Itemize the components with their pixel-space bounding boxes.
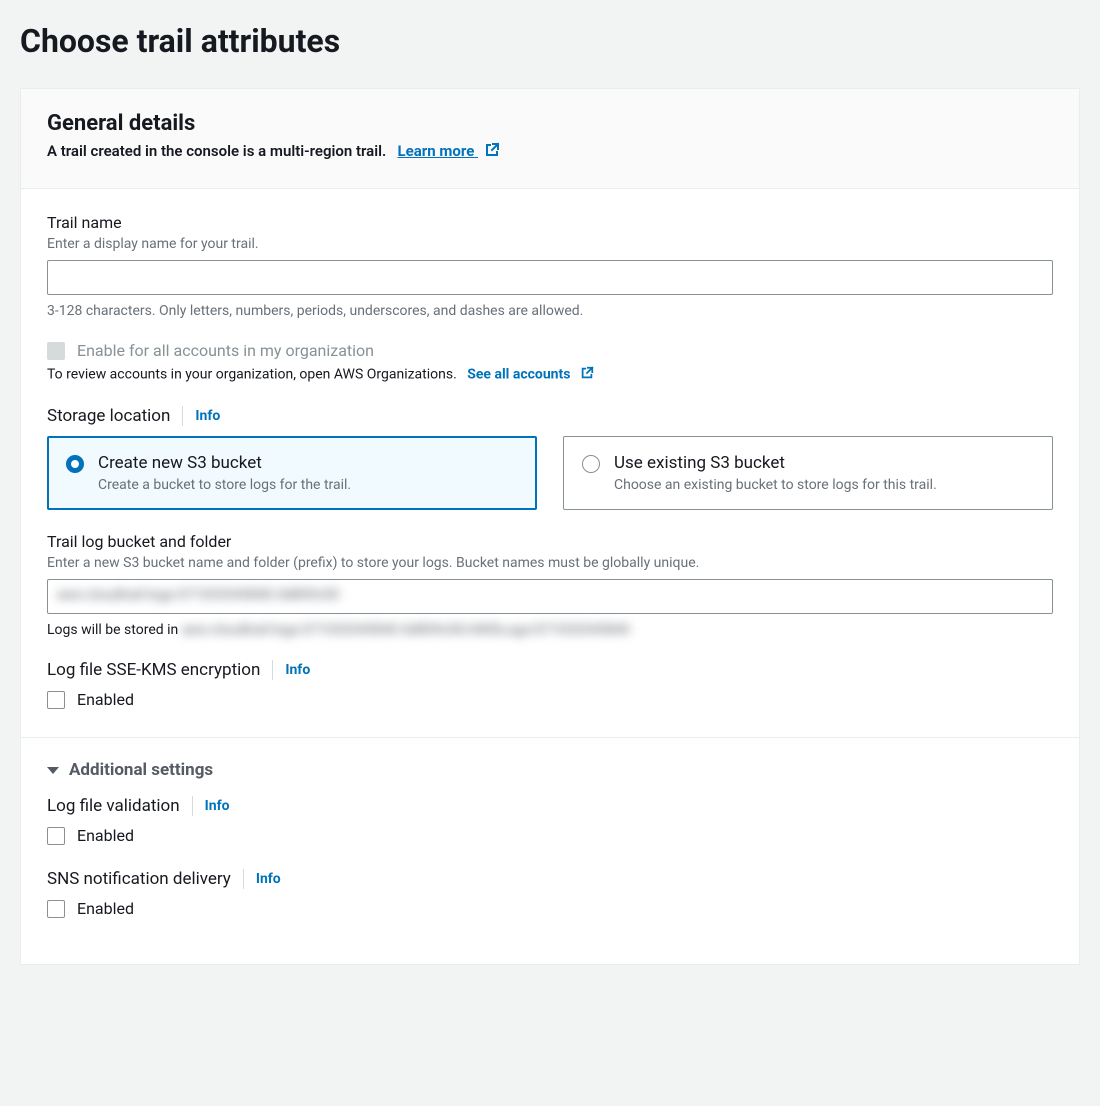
external-link-icon bbox=[484, 142, 500, 162]
trail-name-label: Trail name bbox=[47, 213, 1053, 232]
org-enable-checkbox bbox=[47, 342, 65, 360]
general-subtext: A trail created in the console is a mult… bbox=[47, 142, 386, 160]
general-heading: General details bbox=[47, 111, 1053, 136]
radio-selected-icon bbox=[66, 455, 84, 473]
see-all-accounts-link[interactable]: See all accounts bbox=[467, 367, 574, 383]
stored-in-blurred: aws-cloudtrail-logs-071033345840-3d809c0… bbox=[182, 622, 630, 638]
validation-label: Log file validation bbox=[47, 796, 180, 816]
external-link-icon bbox=[580, 366, 594, 384]
trail-name-constraint: 3-128 characters. Only letters, numbers,… bbox=[47, 303, 1053, 319]
validation-enabled-checkbox[interactable] bbox=[47, 827, 65, 845]
validation-enabled-label: Enabled bbox=[77, 826, 134, 845]
caret-down-icon bbox=[47, 767, 59, 774]
create-new-bucket-tile[interactable]: Create new S3 bucket Create a bucket to … bbox=[47, 436, 537, 510]
storage-location-label: Storage location bbox=[47, 406, 170, 426]
panel-header: General details A trail created in the c… bbox=[21, 89, 1079, 189]
kms-info-link[interactable]: Info bbox=[285, 662, 310, 678]
bucket-name-input[interactable] bbox=[47, 579, 1053, 614]
sns-label: SNS notification delivery bbox=[47, 869, 231, 889]
org-enable-label: Enable for all accounts in my organizati… bbox=[77, 341, 374, 360]
divider bbox=[243, 869, 244, 889]
create-new-title: Create new S3 bucket bbox=[98, 453, 351, 473]
kms-label: Log file SSE-KMS encryption bbox=[47, 660, 260, 680]
trail-name-field: Trail name Enter a display name for your… bbox=[47, 213, 1053, 319]
use-existing-title: Use existing S3 bucket bbox=[614, 453, 937, 473]
additional-settings-title: Additional settings bbox=[69, 760, 213, 780]
org-hint: To review accounts in your organization,… bbox=[47, 367, 457, 383]
bucket-label: Trail log bucket and folder bbox=[47, 532, 1053, 551]
learn-more-link[interactable]: Learn more bbox=[398, 142, 479, 160]
bucket-hint: Enter a new S3 bucket name and folder (p… bbox=[47, 555, 1053, 571]
divider bbox=[182, 406, 183, 426]
validation-info-link[interactable]: Info bbox=[205, 798, 230, 814]
sns-info-link[interactable]: Info bbox=[256, 871, 281, 887]
sns-enabled-checkbox[interactable] bbox=[47, 900, 65, 918]
page-title: Choose trail attributes bbox=[20, 22, 1080, 60]
create-new-desc: Create a bucket to store logs for the tr… bbox=[98, 477, 351, 493]
stored-in-prefix: Logs will be stored in bbox=[47, 622, 182, 638]
kms-enabled-label: Enabled bbox=[77, 690, 134, 709]
trail-name-hint: Enter a display name for your trail. bbox=[47, 236, 1053, 252]
use-existing-desc: Choose an existing bucket to store logs … bbox=[614, 477, 937, 493]
sns-enabled-label: Enabled bbox=[77, 899, 134, 918]
additional-settings-expander[interactable]: Additional settings bbox=[47, 760, 1053, 780]
general-details-panel: General details A trail created in the c… bbox=[20, 88, 1080, 965]
bucket-field: Trail log bucket and folder Enter a new … bbox=[47, 532, 1053, 638]
use-existing-bucket-tile[interactable]: Use existing S3 bucket Choose an existin… bbox=[563, 436, 1053, 510]
trail-name-input[interactable] bbox=[47, 260, 1053, 295]
divider bbox=[192, 796, 193, 816]
kms-enabled-checkbox[interactable] bbox=[47, 691, 65, 709]
org-enable-checkbox-row: Enable for all accounts in my organizati… bbox=[47, 341, 1053, 360]
storage-info-link[interactable]: Info bbox=[195, 408, 220, 424]
divider bbox=[272, 660, 273, 680]
radio-unselected-icon bbox=[582, 455, 600, 473]
